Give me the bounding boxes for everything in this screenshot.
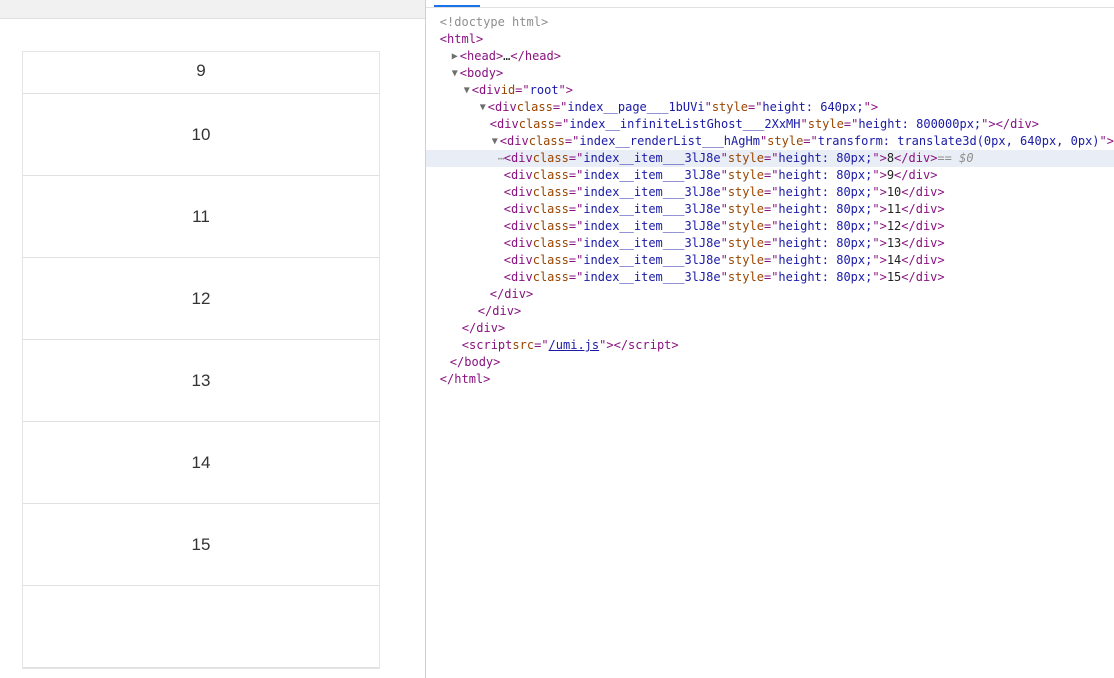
dom-item[interactable]: <div class="index__item___3lJ8e" style="… [426,269,1114,286]
tab-console[interactable]: Console [502,0,542,7]
dom-item[interactable]: <div class="index__item___3lJ8e" style="… [426,235,1114,252]
tab-elements[interactable]: Elements [434,0,480,7]
dom-item[interactable]: <div class="index__item___3lJ8e" style="… [426,184,1114,201]
dom-div-page[interactable]: ▼ <div class="index__page___1bUVi" style… [426,99,1114,116]
dom-body-open[interactable]: ▼ <body> [426,65,1114,82]
list-item[interactable]: 11 [23,176,379,258]
tab-sources[interactable]: Sources [564,0,604,7]
dom-doctype[interactable]: <!doctype html> [426,14,1114,31]
dom-html-open[interactable]: <html> [426,31,1114,48]
list-item[interactable]: 15 [23,504,379,586]
dom-close-root[interactable]: </div> [426,320,1114,337]
list-item[interactable] [23,586,379,668]
devtools-pane: Elements Console Sources Network <!docty… [426,0,1114,678]
dom-close-renderlist[interactable]: </div> [426,286,1114,303]
dom-div-ghost[interactable]: <div class="index__infiniteListGhost___2… [426,116,1114,133]
dom-item[interactable]: <div class="index__item___3lJ8e" style="… [426,252,1114,269]
dom-close-body[interactable]: </body> [426,354,1114,371]
dom-div-root[interactable]: ▼ <div id="root"> [426,82,1114,99]
dom-item[interactable]: <div class="index__item___3lJ8e" style="… [426,218,1114,235]
dom-div-renderlist[interactable]: ▼ <div class="index__renderList___hAgHm"… [426,133,1114,150]
list-item[interactable]: 10 [23,94,379,176]
list-item[interactable]: 12 [23,258,379,340]
tab-network[interactable]: Network [626,0,666,7]
list-item[interactable]: 13 [23,340,379,422]
list-item[interactable]: 9 [23,52,379,94]
dom-item[interactable]: <div class="index__item___3lJ8e" style="… [426,167,1114,184]
responsive-toolbar[interactable] [0,0,425,19]
elements-dom-tree[interactable]: <!doctype html> <html> ▶ <head>…</head> … [426,8,1114,678]
dom-close-page[interactable]: </div> [426,303,1114,320]
dom-close-html[interactable]: </html> [426,371,1114,388]
infinite-list[interactable]: 9 10 11 12 13 14 15 [22,51,380,669]
dom-head[interactable]: ▶ <head>…</head> [426,48,1114,65]
rendered-page-pane: 9 10 11 12 13 14 15 [0,0,426,678]
page-viewport[interactable]: 9 10 11 12 13 14 15 [0,19,425,678]
dom-script[interactable]: <script src="/umi.js"></script> [426,337,1114,354]
dom-item-selected[interactable]: ⋯ <div class="index__item___3lJ8e" style… [426,150,1114,167]
devtools-tabs[interactable]: Elements Console Sources Network [426,0,1114,8]
list-item[interactable]: 14 [23,422,379,504]
dom-item[interactable]: <div class="index__item___3lJ8e" style="… [426,201,1114,218]
app-root: 9 10 11 12 13 14 15 Elements Console Sou… [0,0,1114,678]
